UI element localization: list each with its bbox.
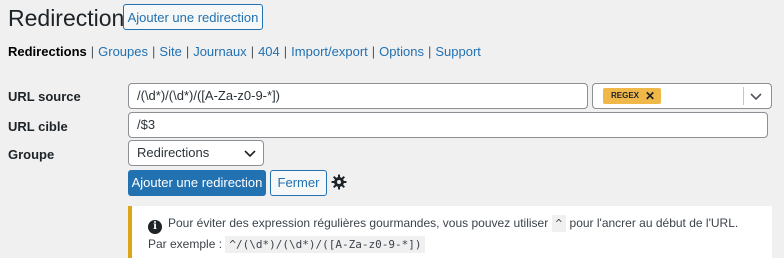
separator: | [283,44,288,59]
subnav-404[interactable]: 404 [258,44,280,59]
subnav-support[interactable]: Support [435,44,481,59]
subnav-options[interactable]: Options [379,44,424,59]
subnav-journaux[interactable]: Journaux [193,44,246,59]
target-url-input[interactable]: /$3 [128,112,768,138]
chevron-down-icon[interactable] [749,89,763,103]
remove-tag-icon[interactable]: ✕ [645,90,655,102]
target-url-label: URL cible [8,119,68,134]
subnav-import-export[interactable]: Import/export [291,44,368,59]
regex-notice: i Pour éviter des expression régulières g… [128,206,772,258]
page-title: Redirections [8,5,136,31]
group-label: Groupe [8,147,55,162]
match-type-select[interactable]: REGEX ✕ [592,83,772,109]
info-icon: i [148,220,162,234]
separator: | [250,44,255,59]
regex-tag: REGEX ✕ [603,88,662,104]
subnav-site[interactable]: Site [159,44,181,59]
notice-text-before: Pour éviter des expression régulières go… [168,216,549,230]
submit-redirection-button[interactable]: Ajouter une redirection [128,170,266,196]
source-url-label: URL source [8,89,81,104]
regex-tag-label: REGEX [611,91,640,100]
subnav: Redirections | Groupes | Site | Journaux | 404 | I… [8,44,481,60]
close-button[interactable]: Fermer [270,170,327,196]
separator: | [152,44,156,59]
gear-icon[interactable] [331,174,347,190]
group-select-value: Redirections [137,145,210,160]
source-url-input[interactable]: /(\d*)/(\d*)/([A-Za-z0-9-*]) [128,83,588,109]
separator: | [90,44,95,59]
example-code: ^/(\d*)/(\d*)/([A-Za-z0-9-*]) [225,236,426,253]
subnav-groupes[interactable]: Groupes [98,44,148,59]
add-redirection-button[interactable]: Ajouter une redirection [123,4,263,30]
subnav-redirections[interactable]: Redirections [8,44,87,59]
separator: | [427,44,432,59]
caret-code: ^ [551,215,567,232]
group-select[interactable]: Redirections [128,140,264,166]
select-divider [743,87,744,105]
separator: | [185,44,190,59]
chevron-down-icon [244,150,256,158]
separator: | [371,44,376,59]
